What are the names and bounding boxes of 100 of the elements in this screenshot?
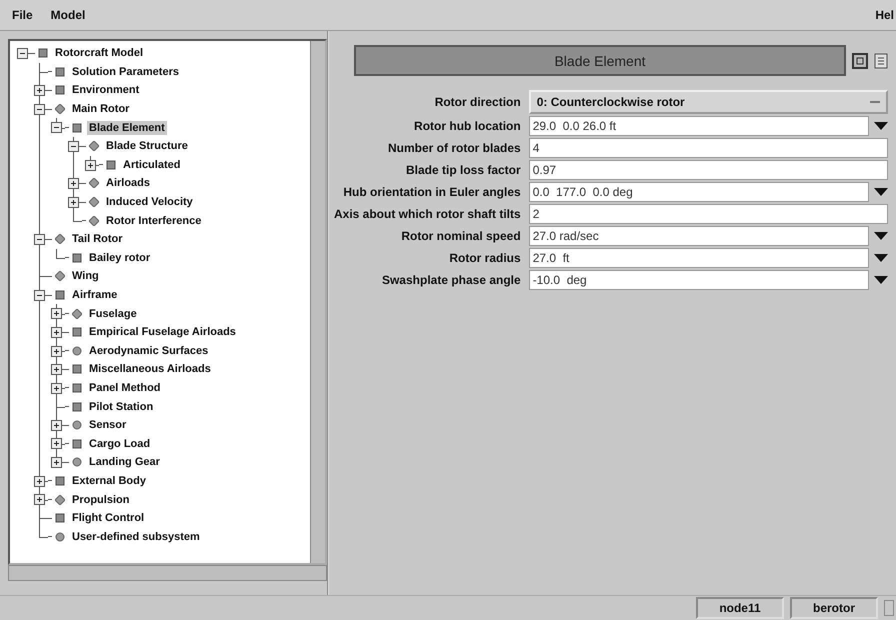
square-icon — [55, 290, 65, 300]
field-label: Rotor hub location — [413, 119, 521, 133]
input-field[interactable]: 27.0 rad/sec — [528, 226, 869, 246]
diamond-icon — [55, 234, 65, 244]
collapse-icon[interactable] — [17, 48, 28, 59]
tree-item[interactable]: Cargo Load — [87, 436, 152, 451]
square-icon — [38, 48, 48, 58]
diamond-icon — [72, 308, 82, 319]
tree-item[interactable]: Blade Element — [87, 120, 167, 135]
menu-item[interactable]: Model — [50, 8, 86, 22]
tree-item[interactable]: Blade Structure — [104, 139, 190, 154]
square-icon — [55, 476, 65, 486]
square-icon — [106, 160, 116, 170]
collapse-icon[interactable] — [34, 234, 45, 245]
square-icon — [72, 382, 82, 393]
expand-icon[interactable] — [51, 438, 62, 450]
tree-item[interactable]: Flight Control — [70, 511, 146, 526]
diamond-icon — [55, 271, 65, 282]
tree-item[interactable]: Airloads — [104, 176, 152, 190]
input-field[interactable]: 0.97 — [528, 160, 888, 180]
input-field[interactable]: 4 — [528, 138, 888, 158]
expand-icon[interactable] — [68, 178, 79, 190]
tree-item[interactable]: Panel Method — [87, 380, 163, 395]
input-field[interactable]: -10.0 deg — [528, 270, 869, 290]
dropdown-arrow-icon[interactable] — [874, 253, 888, 263]
expand-icon[interactable] — [51, 457, 62, 468]
diamond-icon — [89, 197, 99, 208]
circle-icon — [72, 457, 82, 468]
square-icon — [72, 402, 82, 412]
diamond-icon — [89, 216, 99, 226]
field-label: Hub orientation in Euler angles — [342, 185, 521, 199]
expand-icon[interactable] — [68, 196, 79, 208]
menu-item[interactable]: Hel — [875, 8, 894, 22]
menu-item[interactable]: File — [12, 8, 33, 22]
tree-item[interactable]: User-defined subsystem — [70, 530, 202, 544]
input-field[interactable]: 2 — [528, 204, 888, 224]
vertical-scrollbar[interactable] — [310, 41, 325, 563]
field-label: Rotor radius — [448, 251, 521, 265]
tree-item[interactable]: Propulsion — [70, 492, 132, 507]
collapse-icon[interactable] — [68, 140, 79, 152]
document-icon[interactable] — [874, 52, 888, 68]
tree-item[interactable]: Miscellaneous Airloads — [87, 362, 213, 376]
expand-icon[interactable] — [34, 494, 45, 506]
expand-icon[interactable] — [85, 160, 96, 171]
tree-item[interactable]: Environment — [70, 83, 142, 98]
status-handle-icon[interactable] — [884, 600, 894, 616]
input-field[interactable]: 0.0 177.0 0.0 deg — [528, 182, 869, 202]
expand-icon[interactable] — [34, 476, 45, 487]
input-field[interactable]: 27.0 ft — [528, 248, 869, 268]
tree-item[interactable]: Rotor Interference — [104, 214, 204, 228]
tree-item[interactable]: Wing — [70, 269, 101, 284]
expand-icon[interactable] — [51, 308, 62, 320]
field-label: Rotor direction — [434, 95, 521, 109]
tree-item[interactable]: Rotorcraft Model — [53, 46, 145, 60]
dropdown-arrow-icon[interactable] — [874, 231, 888, 241]
expand-icon[interactable] — [51, 364, 62, 376]
diamond-icon — [55, 104, 65, 114]
tree-item[interactable]: External Body — [70, 474, 148, 488]
tree-item[interactable]: Induced Velocity — [104, 195, 195, 210]
dropdown-arrow-icon[interactable] — [874, 121, 888, 131]
field-label: Rotor nominal speed — [400, 229, 521, 243]
diamond-icon — [89, 178, 99, 188]
diamond-icon — [89, 141, 99, 152]
collapse-icon[interactable] — [34, 104, 45, 115]
horizontal-scrollbar[interactable] — [8, 565, 327, 581]
option-menu[interactable]: 0: Counterclockwise rotor — [528, 90, 888, 114]
tree-item[interactable]: Solution Parameters — [70, 64, 181, 79]
expand-icon[interactable] — [51, 420, 62, 431]
tree-item[interactable]: Tail Rotor — [70, 232, 125, 246]
expand-icon[interactable] — [51, 382, 62, 394]
expand-icon[interactable] — [51, 326, 62, 338]
square-icon — [72, 122, 82, 133]
expand-icon[interactable] — [51, 346, 62, 356]
tree-item[interactable]: Bailey rotor — [87, 250, 152, 265]
tree-item[interactable]: Landing Gear — [87, 455, 162, 470]
input-field[interactable]: 29.0 0.0 26.0 ft — [528, 116, 869, 136]
tree-item[interactable]: Empirical Fuselage Airloads — [87, 325, 238, 340]
tree-item[interactable]: Sensor — [87, 418, 128, 432]
tree-item[interactable]: Articulated — [121, 158, 182, 172]
square-icon — [55, 513, 65, 524]
tree-item[interactable]: Pilot Station — [87, 400, 156, 414]
square-icon — [72, 252, 82, 263]
square-icon — [55, 85, 65, 96]
dropdown-arrow-icon[interactable] — [874, 275, 888, 285]
tree-item[interactable]: Airframe — [70, 288, 120, 302]
circle-icon — [72, 420, 82, 430]
field-label: Number of rotor blades — [387, 141, 521, 155]
collapse-icon[interactable] — [51, 122, 62, 134]
square-icon — [72, 364, 82, 374]
field-label: Axis about which rotor shaft tilts — [334, 207, 521, 221]
collapse-icon[interactable] — [34, 290, 45, 301]
circle-icon — [55, 532, 65, 542]
window-icon[interactable] — [852, 52, 868, 68]
tree-item[interactable]: Aerodynamic Surfaces — [87, 344, 210, 358]
dropdown-arrow-icon[interactable] — [874, 187, 888, 197]
tree-item[interactable]: Main Rotor — [70, 102, 132, 116]
expand-icon[interactable] — [34, 85, 45, 96]
status-cell: node11 — [696, 597, 784, 619]
tree-item[interactable]: Fuselage — [87, 306, 139, 321]
panel-title: Blade Element — [354, 45, 846, 76]
